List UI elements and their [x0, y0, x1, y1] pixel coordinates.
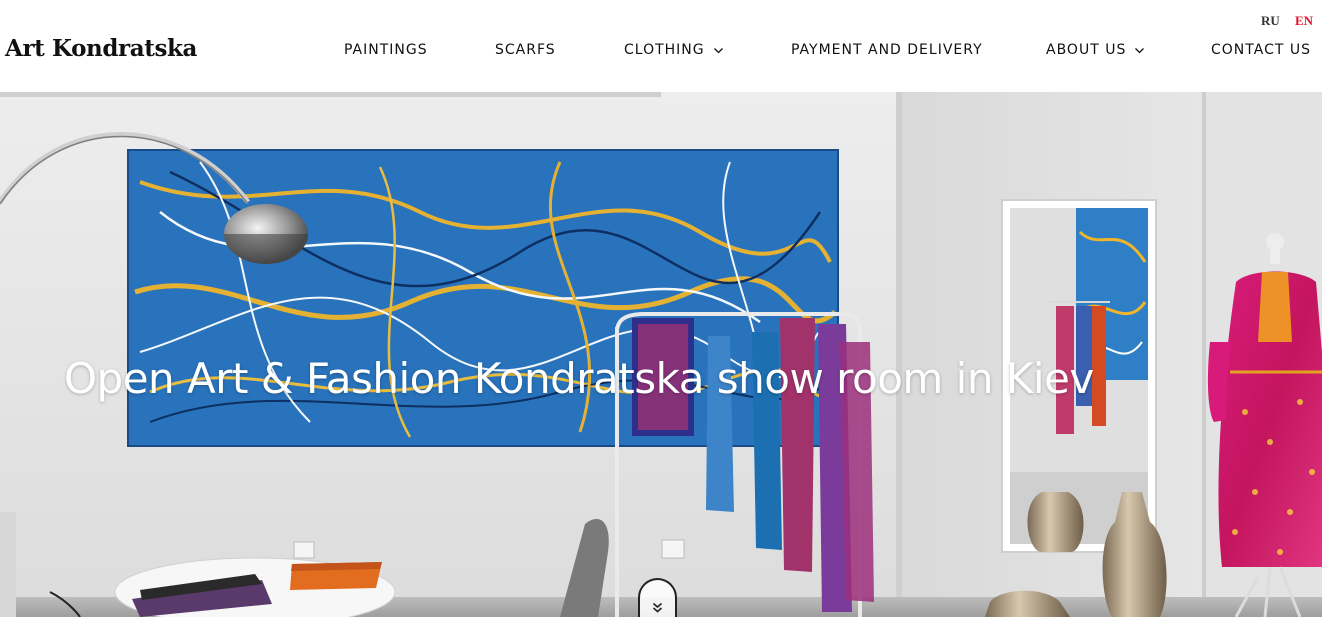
- brand-logo[interactable]: Art Kondratska: [5, 35, 197, 62]
- nav-item-label: ABOUT US: [1046, 42, 1127, 58]
- nav-item-label: PAYMENT AND DELIVERY: [791, 42, 983, 58]
- nav-item-label: SCARFS: [495, 42, 556, 58]
- nav-item-label: CLOTHING: [624, 42, 705, 58]
- chevron-down-icon: [1135, 47, 1145, 53]
- site-header: Art Kondratska RU EN PAINTINGS SCARFS CL…: [0, 0, 1322, 92]
- nav-item-contact-us[interactable]: CONTACT US: [1211, 42, 1311, 58]
- language-en-link[interactable]: EN: [1295, 13, 1313, 29]
- nav-item-scarfs[interactable]: SCARFS: [495, 42, 556, 58]
- hero-title: Open Art & Fashion Kondratska show room …: [64, 354, 1094, 403]
- nav-item-label: PAINTINGS: [344, 42, 428, 58]
- nav-item-paintings[interactable]: PAINTINGS: [344, 42, 428, 58]
- hero-slider: Open Art & Fashion Kondratska show room …: [0, 92, 1322, 617]
- chevron-down-icon: [713, 47, 723, 53]
- language-ru-link[interactable]: RU: [1261, 13, 1280, 29]
- slider-progress-bar: [0, 92, 661, 97]
- nav-item-payment-delivery[interactable]: PAYMENT AND DELIVERY: [791, 42, 983, 58]
- nav-item-about-us[interactable]: ABOUT US: [1046, 42, 1145, 58]
- nav-item-clothing[interactable]: CLOTHING: [624, 42, 724, 58]
- scroll-down-button[interactable]: [638, 578, 677, 617]
- double-chevron-down-icon: [652, 602, 663, 613]
- nav-item-label: CONTACT US: [1211, 42, 1311, 58]
